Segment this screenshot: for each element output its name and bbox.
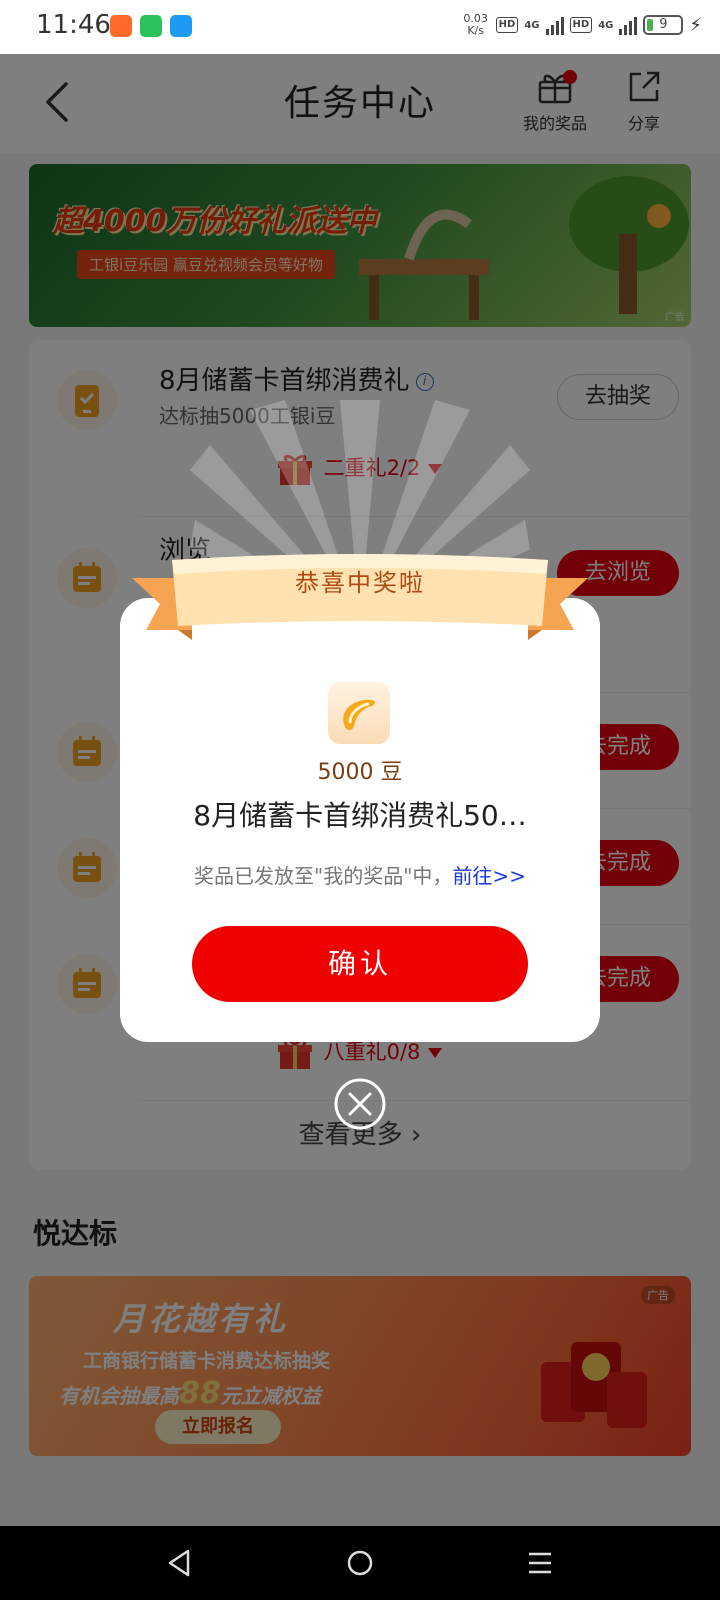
go-to-prizes-link[interactable]: 前往>> (452, 864, 526, 888)
dialog-title: 恭喜中奖啦 (295, 569, 425, 597)
hd-icon: HD (569, 17, 593, 33)
bean-icon-box (328, 682, 390, 744)
prize-note-text: 奖品已发放至"我的奖品"中， (194, 864, 453, 888)
wechat-notification-icon (140, 15, 162, 37)
close-circle-icon[interactable] (334, 1078, 386, 1130)
battery-icon: 9 (643, 15, 684, 35)
status-indicators: 0.03 K/s HD 4G HD 4G 9 ⚡ (462, 13, 702, 37)
confirm-button[interactable]: 确认 (192, 926, 528, 1002)
bean-icon (343, 699, 375, 731)
prize-note: 奖品已发放至"我的奖品"中，前往>> (120, 860, 600, 889)
signal-icon (545, 15, 564, 35)
puzzle-notification-icon (170, 15, 192, 37)
net-speed: 0.03 K/s (462, 13, 490, 37)
network-type: 4G (598, 19, 614, 31)
signal-icon (619, 15, 638, 35)
nav-menu-icon[interactable] (526, 1548, 554, 1578)
net-speed-unit: K/s (467, 24, 484, 37)
battery-level: 9 (659, 17, 668, 32)
nav-back-icon[interactable] (166, 1548, 194, 1578)
status-bar: 11:46 0.03 K/s HD 4G HD 4G 9 ⚡ (0, 0, 720, 54)
prize-amount: 5000 豆 (317, 760, 403, 785)
nav-home-icon[interactable] (345, 1548, 375, 1578)
prize-name: 8月储蓄卡首绑消费礼50… (193, 799, 527, 832)
app-notification-icon (110, 15, 132, 37)
status-time: 11:46 (36, 10, 111, 40)
charging-icon: ⚡ (689, 14, 702, 36)
hd-icon: HD (495, 17, 519, 33)
notification-apps (110, 15, 192, 37)
prize-dialog: 5000 豆 8月储蓄卡首绑消费礼50… 奖品已发放至"我的奖品"中，前往>> … (120, 598, 600, 1042)
network-type: 4G (524, 19, 540, 31)
system-nav-bar (0, 1526, 720, 1600)
